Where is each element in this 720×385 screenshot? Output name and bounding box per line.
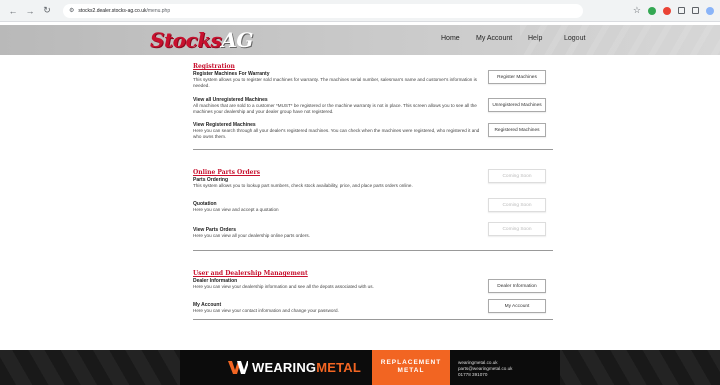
replacement-metal-badge: REPLACEMENT METAL xyxy=(372,350,450,385)
section-divider xyxy=(193,250,553,251)
replacement-line-1: REPLACEMENT xyxy=(380,359,442,366)
item-desc-parts-ordering: This system allows you to lookup part nu… xyxy=(193,183,413,188)
logo-text-main: Stocks xyxy=(150,28,222,52)
extension-red-icon[interactable] xyxy=(663,6,671,15)
wearing-metal-wordmark: WEARINGMETAL xyxy=(252,360,361,375)
item-desc-view-parts-orders: Here you can view all your dealership on… xyxy=(193,233,310,238)
browser-toolbar: ← → ↻ ⚙ stocks2.dealer.stocks-ag.co.uk/m… xyxy=(0,0,720,22)
back-arrow-icon[interactable]: ← xyxy=(6,4,20,18)
my-account-button[interactable]: My Account xyxy=(488,299,546,313)
section-title-registration: Registration xyxy=(193,63,235,70)
item-desc-register-machines: This system allows you to register sold … xyxy=(193,77,477,88)
quotation-coming-soon-button[interactable]: Coming Soon xyxy=(488,198,546,212)
bookmark-star-icon[interactable]: ☆ xyxy=(633,5,641,16)
forward-arrow-icon[interactable]: → xyxy=(23,4,37,18)
extension-green-icon[interactable] xyxy=(648,6,656,15)
item-desc-registered: Here you can search through all your dea… xyxy=(193,128,480,139)
url-path: /menu.php xyxy=(146,7,171,14)
extensions-puzzle-icon[interactable] xyxy=(678,7,685,14)
site-header: StocksAG Home My Account Help Logout xyxy=(0,25,720,55)
footer-phone: 01778 391070 xyxy=(458,372,488,377)
register-machines-button[interactable]: Register Machines xyxy=(488,70,546,84)
unregistered-machines-button[interactable]: Unregistered Machines xyxy=(488,98,546,112)
footer-banner: WEARINGMETAL REPLACEMENT METAL wearingme… xyxy=(0,350,720,385)
profile-avatar-icon[interactable] xyxy=(706,6,714,15)
view-parts-orders-coming-soon-button[interactable]: Coming Soon xyxy=(488,222,546,236)
section-divider xyxy=(193,149,553,150)
nav-help[interactable]: Help xyxy=(528,35,542,42)
item-desc-dealer-information: Here you can view your dealership inform… xyxy=(193,284,374,289)
url-domain: stocks2.dealer.stocks-ag.co.uk xyxy=(78,7,147,14)
footer-contact: wearingmetal.co.uk parts@wearingmetal.co… xyxy=(458,360,512,378)
nav-logout[interactable]: Logout xyxy=(564,35,585,42)
section-title-parts: Online Parts Orders xyxy=(193,169,260,176)
item-desc-unregistered: All machines that are sold to a customer… xyxy=(193,103,477,114)
section-divider xyxy=(193,319,553,320)
section-title-dealer: User and Dealership Management xyxy=(193,270,308,277)
replacement-line-2: METAL xyxy=(397,367,425,374)
wearing-metal-mark-icon xyxy=(228,361,248,374)
logo-text-suffix: AG xyxy=(221,28,253,52)
address-bar[interactable]: ⚙ stocks2.dealer.stocks-ag.co.uk/menu.ph… xyxy=(63,3,583,18)
sidebar-icon[interactable] xyxy=(692,7,699,14)
site-info-icon[interactable]: ⚙ xyxy=(69,7,74,14)
nav-my-account[interactable]: My Account xyxy=(476,35,512,42)
item-desc-quotation: Here you can view and accept a quotation xyxy=(193,207,279,212)
dealer-information-button[interactable]: Dealer Information xyxy=(488,279,546,293)
reload-icon[interactable]: ↻ xyxy=(40,4,54,18)
stocks-ag-logo[interactable]: StocksAG xyxy=(150,28,253,52)
brand-accent-text: METAL xyxy=(316,359,362,375)
item-desc-my-account: Here you can view your contact informati… xyxy=(193,308,339,313)
wearing-metal-logo[interactable]: WEARINGMETAL xyxy=(228,359,361,375)
parts-ordering-coming-soon-button[interactable]: Coming Soon xyxy=(488,169,546,183)
registered-machines-button[interactable]: Registered Machines xyxy=(488,123,546,137)
brand-main-text: WEARING xyxy=(252,359,317,375)
nav-home[interactable]: Home xyxy=(441,35,460,42)
